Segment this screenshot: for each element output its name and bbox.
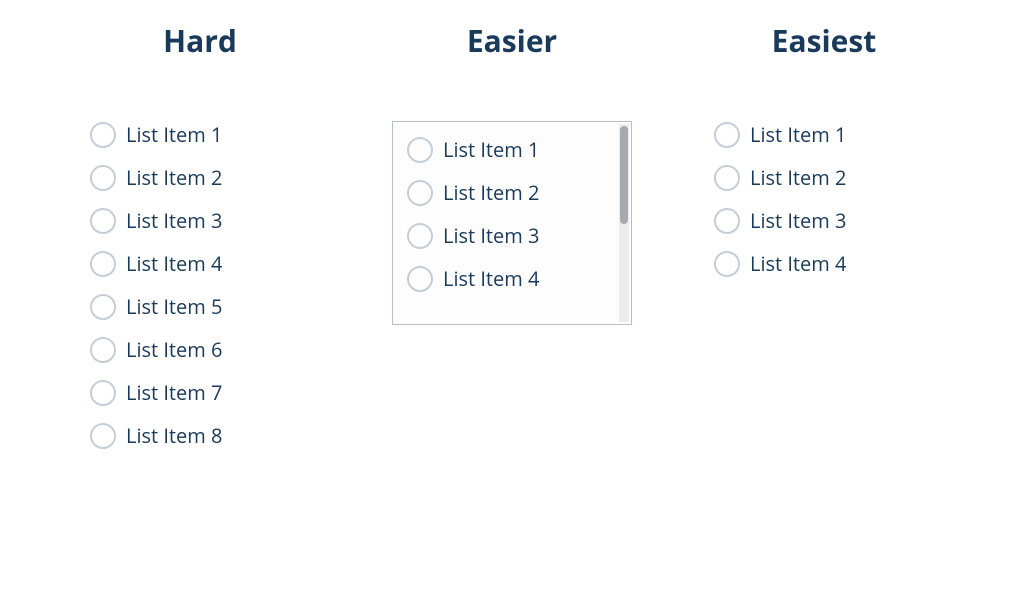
radio-icon[interactable] [90, 122, 116, 148]
scroll-list-easier[interactable]: List Item 1 List Item 2 List Item 3 List… [392, 121, 632, 325]
list-item[interactable]: List Item 2 [90, 164, 222, 191]
list-item-label: List Item 8 [126, 422, 222, 449]
radio-icon[interactable] [714, 208, 740, 234]
list-item-label: List Item 7 [126, 379, 222, 406]
heading-hard: Hard [163, 20, 237, 61]
column-easiest: Easiest List Item 1 List Item 2 List Ite… [684, 20, 964, 465]
list-easiest: List Item 1 List Item 2 List Item 3 List… [684, 121, 964, 293]
list-item[interactable]: List Item 1 [407, 136, 539, 163]
list-item-label: List Item 6 [126, 336, 222, 363]
list-item[interactable]: List Item 7 [90, 379, 222, 406]
list-item[interactable]: List Item 6 [90, 336, 222, 363]
radio-icon[interactable] [90, 337, 116, 363]
list-item-label: List Item 1 [750, 121, 846, 148]
radio-icon[interactable] [90, 380, 116, 406]
list-item-label: List Item 3 [750, 207, 846, 234]
list-item[interactable]: List Item 4 [714, 250, 846, 277]
list-item[interactable]: List Item 4 [90, 250, 222, 277]
column-hard: Hard List Item 1 List Item 2 List Item 3… [60, 20, 340, 465]
list-item[interactable]: List Item 3 [407, 222, 539, 249]
column-easier: Easier List Item 1 List Item 2 List Item… [372, 20, 652, 465]
list-item[interactable]: List Item 2 [407, 179, 539, 206]
list-item-label: List Item 4 [750, 250, 846, 277]
scrollbar-thumb[interactable] [620, 126, 628, 224]
radio-icon[interactable] [90, 208, 116, 234]
list-item[interactable]: List Item 1 [714, 121, 846, 148]
radio-icon[interactable] [407, 223, 433, 249]
list-item[interactable]: List Item 3 [90, 207, 222, 234]
radio-icon[interactable] [714, 122, 740, 148]
radio-icon[interactable] [407, 180, 433, 206]
list-item[interactable]: List Item 3 [714, 207, 846, 234]
list-item-label: List Item 2 [126, 164, 222, 191]
list-item-label: List Item 4 [443, 265, 539, 292]
list-item[interactable]: List Item 5 [90, 293, 222, 320]
list-item-label: List Item 3 [443, 222, 539, 249]
radio-icon[interactable] [90, 294, 116, 320]
comparison-container: Hard List Item 1 List Item 2 List Item 3… [0, 0, 1024, 465]
list-item-label: List Item 4 [126, 250, 222, 277]
list-item[interactable]: List Item 2 [714, 164, 846, 191]
radio-icon[interactable] [714, 251, 740, 277]
radio-icon[interactable] [90, 423, 116, 449]
list-item[interactable]: List Item 4 [407, 265, 539, 292]
list-item[interactable]: List Item 1 [90, 121, 222, 148]
list-item-label: List Item 2 [750, 164, 846, 191]
radio-icon[interactable] [714, 165, 740, 191]
list-item-label: List Item 2 [443, 179, 539, 206]
list-item-label: List Item 3 [126, 207, 222, 234]
list-item[interactable]: List Item 8 [90, 422, 222, 449]
list-hard: List Item 1 List Item 2 List Item 3 List… [60, 121, 340, 465]
heading-easier: Easier [467, 20, 557, 61]
list-item-label: List Item 1 [443, 136, 539, 163]
list-item-label: List Item 5 [126, 293, 222, 320]
radio-icon[interactable] [90, 251, 116, 277]
radio-icon[interactable] [407, 137, 433, 163]
radio-icon[interactable] [407, 266, 433, 292]
radio-icon[interactable] [90, 165, 116, 191]
heading-easiest: Easiest [772, 20, 877, 61]
list-item-label: List Item 1 [126, 121, 222, 148]
